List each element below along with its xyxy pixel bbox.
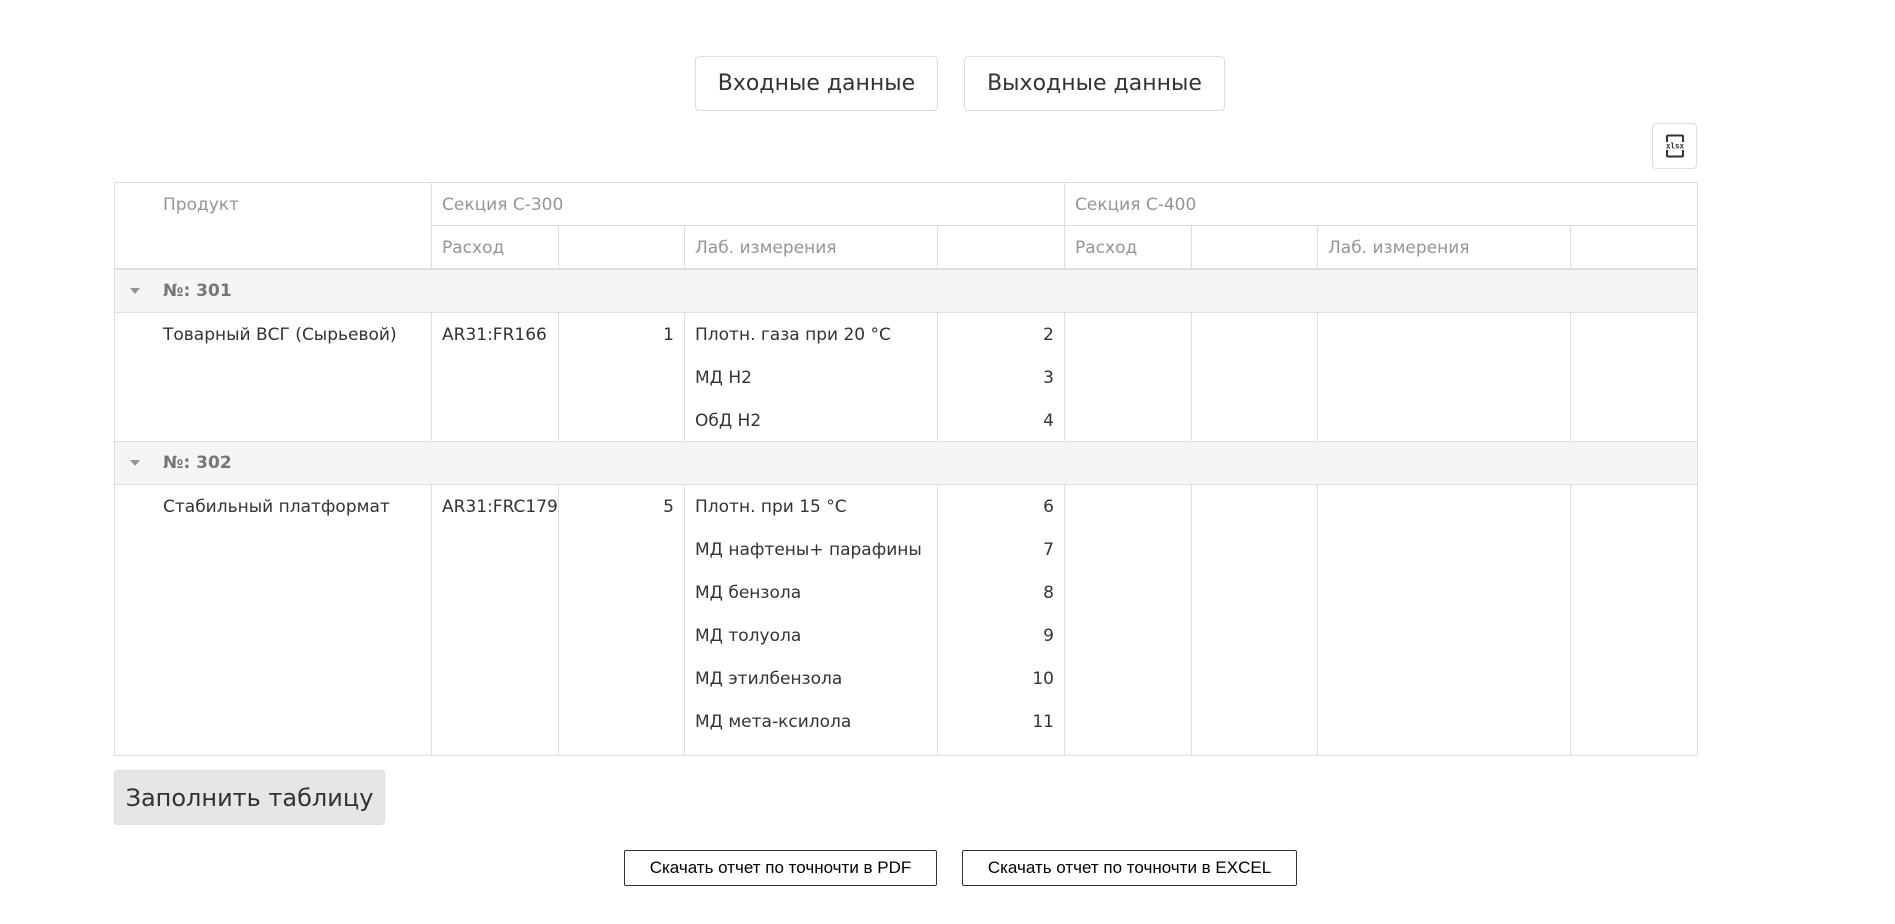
lab-value-cell[interactable]: 2	[938, 324, 1054, 346]
download-excel-report-button[interactable]: Скачать отчет по точночти в EXCEL	[962, 850, 1297, 886]
data-grid: Продукт Секция С-300 Секция С-400 Расход…	[114, 182, 1698, 756]
product-cell[interactable]: Товарный ВСГ (Сырьевой)	[163, 324, 397, 346]
download-pdf-report-button[interactable]: Скачать отчет по точночти в PDF	[624, 850, 937, 886]
flow-value-cell[interactable]: 5	[559, 496, 674, 518]
lab-name-cell[interactable]: МД толуола	[695, 625, 801, 647]
lab-value-cell[interactable]: 7	[938, 539, 1054, 561]
lab-value-cell[interactable]: 10	[938, 668, 1054, 690]
output-data-tab[interactable]: Выходные данные	[964, 56, 1225, 111]
header-c400-lab[interactable]: Лаб. измерения	[1328, 237, 1470, 259]
fill-table-button[interactable]: Заполнить таблицу	[114, 770, 385, 825]
lab-value-cell[interactable]: 6	[938, 496, 1054, 518]
xlsx-icon: xlsx	[1663, 134, 1686, 158]
input-data-tab[interactable]: Входные данные	[695, 56, 938, 111]
header-c300-flow[interactable]: Расход	[442, 237, 504, 259]
lab-value-cell[interactable]: 3	[938, 367, 1054, 389]
lab-name-cell[interactable]: МД Н2	[695, 367, 752, 389]
lab-value-cell[interactable]: 4	[938, 410, 1054, 432]
lab-value-cell[interactable]: 11	[938, 711, 1054, 733]
flow-value-cell[interactable]: 1	[559, 324, 674, 346]
header-section-c400[interactable]: Секция С-400	[1075, 194, 1196, 216]
collapse-caret-icon[interactable]	[130, 460, 140, 466]
group-label-302: №: 302	[163, 453, 232, 473]
group-row-301[interactable]	[115, 269, 1697, 312]
header-section-c300[interactable]: Секция С-300	[442, 194, 563, 216]
xlsx-icon-label: xlsx	[1665, 142, 1684, 151]
product-cell[interactable]: Стабильный платформат	[163, 496, 390, 518]
lab-name-cell[interactable]: МД нафтены+ парафины	[695, 539, 922, 561]
lab-value-cell[interactable]: 8	[938, 582, 1054, 604]
lab-name-cell[interactable]: МД бензола	[695, 582, 801, 604]
collapse-caret-icon[interactable]	[130, 288, 140, 294]
lab-value-cell[interactable]: 9	[938, 625, 1054, 647]
lab-name-cell[interactable]: ОбД Н2	[695, 410, 761, 432]
flow-tag-cell[interactable]: AR31:FRC179	[442, 496, 558, 518]
lab-name-cell[interactable]: МД этилбензола	[695, 668, 842, 690]
header-product[interactable]: Продукт	[163, 194, 239, 216]
header-c400-flow[interactable]: Расход	[1075, 237, 1137, 259]
lab-name-cell[interactable]: МД мета-ксилола	[695, 711, 851, 733]
lab-name-cell[interactable]: Плотн. при 15 °С	[695, 496, 847, 518]
group-label-301: №: 301	[163, 281, 232, 301]
lab-name-cell[interactable]: Плотн. газа при 20 °С	[695, 324, 891, 346]
flow-tag-cell[interactable]: AR31:FR166	[442, 324, 547, 346]
export-xlsx-button[interactable]: xlsx	[1652, 123, 1697, 169]
header-c300-lab[interactable]: Лаб. измерения	[695, 237, 837, 259]
group-row-302[interactable]	[115, 441, 1697, 484]
